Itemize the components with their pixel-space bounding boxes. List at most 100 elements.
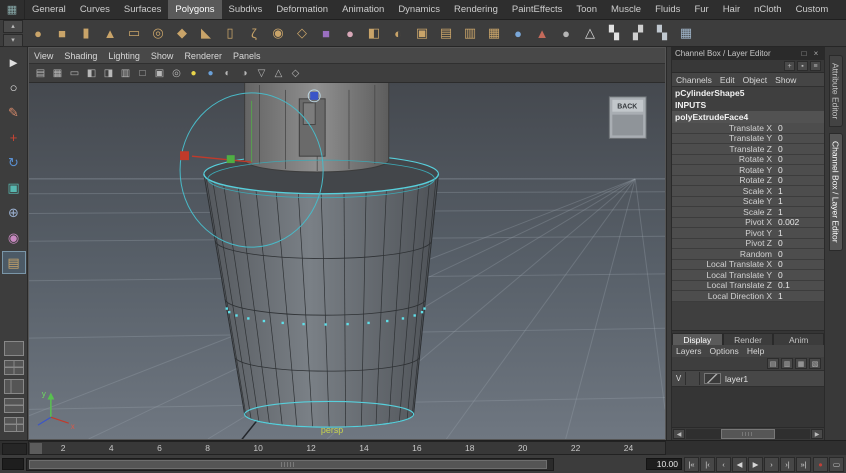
poly-helix-icon[interactable]: ζ — [242, 21, 266, 45]
shape-node-name[interactable]: pCylinderShape5 — [672, 87, 824, 99]
channel-value-field[interactable]: 0 — [778, 175, 824, 185]
viewport-menu-lighting[interactable]: Lighting — [108, 51, 140, 61]
timeline-tick[interactable]: 8 — [205, 443, 210, 453]
layer-editor-tab-render[interactable]: Render — [723, 333, 774, 345]
layer-visibility-toggle[interactable]: V — [672, 372, 686, 385]
scroll-left-button[interactable]: ◀ — [673, 429, 685, 439]
timeline-tick[interactable]: 20 — [518, 443, 527, 453]
triangle-white-icon[interactable]: △ — [578, 21, 602, 45]
menu-fluids[interactable]: Fluids — [648, 0, 687, 19]
select-tool[interactable]: ► — [2, 51, 26, 74]
back-image-plane[interactable]: BACK — [609, 97, 646, 139]
scroll-track[interactable] — [686, 429, 810, 439]
menu-deformation[interactable]: Deformation — [269, 0, 335, 19]
field-chart-icon[interactable]: ▥ — [117, 66, 134, 81]
shaded-mode-icon[interactable]: ● — [185, 66, 202, 81]
show-manipulator-tool[interactable]: ▤ — [2, 251, 26, 274]
speed-control-icon[interactable]: + — [784, 61, 795, 71]
channel-value-field[interactable]: 0 — [778, 238, 824, 248]
universal-manipulator-tool[interactable]: ⊕ — [2, 201, 26, 224]
xray-icon[interactable]: ▽ — [253, 66, 270, 81]
menu-fur[interactable]: Fur — [687, 0, 715, 19]
layer-color-swatch[interactable] — [704, 373, 721, 384]
shelf-next-button[interactable]: ▾ — [3, 34, 23, 47]
play-forwards-button[interactable]: ▶ — [748, 457, 763, 472]
layer-row[interactable]: Vlayer1 — [672, 371, 824, 387]
move-z-handle[interactable] — [310, 92, 318, 100]
anim-preferences-button[interactable]: ▭ — [829, 457, 844, 472]
scroll-thumb[interactable] — [721, 429, 776, 439]
viewport-menu-show[interactable]: Show — [151, 51, 174, 61]
layer-editor-tab-anim[interactable]: Anim — [773, 333, 824, 345]
step-forward-frame-button[interactable]: › — [764, 457, 779, 472]
channel-value-field[interactable]: 0 — [778, 144, 824, 154]
scene-3d-view[interactable]: BACK persp y x — [29, 83, 665, 439]
layer-mode-cell[interactable] — [686, 372, 700, 385]
channel-menu-icon[interactable]: ≡ — [810, 61, 821, 71]
film-gate-icon[interactable]: ▭ — [66, 66, 83, 81]
poly-pyramid-icon[interactable]: ◣ — [194, 21, 218, 45]
timeline-tick[interactable]: 4 — [109, 443, 114, 453]
timeline-tick[interactable]: 12 — [306, 443, 315, 453]
maya-app-icon[interactable]: ▦ — [0, 0, 25, 19]
menu-subdivs[interactable]: Subdivs — [222, 0, 270, 19]
poly-pipe-icon[interactable]: ▯ — [218, 21, 242, 45]
safe-title-icon[interactable]: ▣ — [151, 66, 168, 81]
current-frame-marker[interactable] — [30, 443, 42, 454]
menu-general[interactable]: General — [25, 0, 73, 19]
channelbox-menu-object[interactable]: Object — [743, 75, 768, 85]
scale-tool[interactable]: ▣ — [2, 176, 26, 199]
range-slider-thumb[interactable] — [29, 460, 547, 469]
poly-soccer-ball-icon[interactable]: ◉ — [266, 21, 290, 45]
render-globals-icon[interactable]: ▦ — [674, 21, 698, 45]
channel-value-field[interactable]: 0 — [778, 259, 824, 269]
channel-value-field[interactable]: 0 — [778, 154, 824, 164]
layout-four-view-button[interactable] — [4, 360, 24, 375]
menu-custom[interactable]: Custom — [789, 0, 836, 19]
menu-painteffects[interactable]: PaintEffects — [505, 0, 570, 19]
channel-value-field[interactable]: 1 — [778, 196, 824, 206]
checker-texture-icon-3[interactable]: ▚ — [650, 21, 674, 45]
channel-value-field[interactable]: 0.002 — [778, 217, 824, 227]
reduce-cone-red-icon[interactable]: ▲ — [530, 21, 554, 45]
channel-value-field[interactable]: 1 — [778, 291, 824, 301]
camera-attributes-icon[interactable]: ◇ — [287, 66, 304, 81]
layer-menu-help[interactable]: Help — [747, 346, 764, 356]
layout-persp-outliner-button[interactable] — [4, 379, 24, 394]
timeline-tick[interactable]: 6 — [157, 443, 162, 453]
channel-value-field[interactable]: 0 — [778, 133, 824, 143]
poly-cube-icon[interactable]: ■ — [50, 21, 74, 45]
viewport-menu-panels[interactable]: Panels — [233, 51, 261, 61]
step-back-key-button[interactable]: |‹ — [700, 457, 715, 472]
menu-polygons[interactable]: Polygons — [168, 0, 221, 19]
bridge-icon[interactable]: ▥ — [458, 21, 482, 45]
channelbox-menu-show[interactable]: Show — [775, 75, 796, 85]
timeline-tick[interactable]: 10 — [253, 443, 262, 453]
step-forward-key-button[interactable]: ›| — [780, 457, 795, 472]
menu-surfaces[interactable]: Surfaces — [117, 0, 169, 19]
timeline-tick[interactable]: 2 — [61, 443, 66, 453]
lock-channel-icon[interactable]: ▪ — [797, 61, 808, 71]
channel-value-field[interactable]: 1 — [778, 207, 824, 217]
channel-value-field[interactable]: 0.1 — [778, 280, 824, 290]
checker-texture-icon-2[interactable]: ▞ — [626, 21, 650, 45]
play-backwards-button[interactable]: ◀ — [732, 457, 747, 472]
layout-persp-graph-button[interactable] — [4, 398, 24, 413]
resolution-gate-icon[interactable]: ◧ — [83, 66, 100, 81]
new-layer-assign-icon[interactable]: ▥ — [781, 358, 793, 369]
new-layer-icon[interactable]: ▦ — [795, 358, 807, 369]
channel-value-field[interactable]: 0 — [778, 165, 824, 175]
soft-mod-tool[interactable]: ◉ — [2, 226, 26, 249]
go-to-start-button[interactable]: |« — [684, 457, 699, 472]
layer-menu-options[interactable]: Options — [710, 346, 739, 356]
safe-action-icon[interactable]: □ — [134, 66, 151, 81]
checker-texture-icon[interactable]: ▚ — [602, 21, 626, 45]
channelbox-menu-channels[interactable]: Channels — [676, 75, 712, 85]
timeline-tick[interactable]: 24 — [624, 443, 633, 453]
mirror-geometry-icon[interactable]: ◧ — [362, 21, 386, 45]
new-empty-layer-icon[interactable]: ▤ — [767, 358, 779, 369]
channel-value-field[interactable]: 0 — [778, 249, 824, 259]
timeline-tick[interactable]: 22 — [571, 443, 580, 453]
use-lights-icon[interactable]: ◐ — [219, 66, 236, 81]
viewport-menu-shading[interactable]: Shading — [64, 51, 97, 61]
